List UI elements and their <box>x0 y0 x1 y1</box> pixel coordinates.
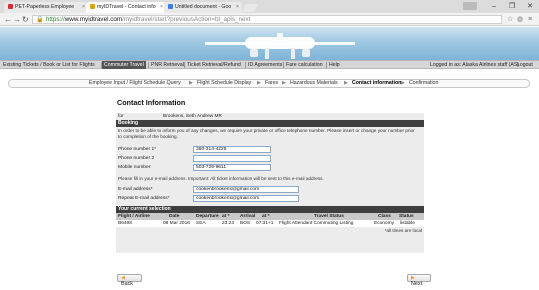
cell-departure: SEA <box>196 221 206 226</box>
logged-in-status: Logged in as: Alaska Airlines staff (AS) <box>430 62 520 68</box>
cell-date: 08 Mar 2016 <box>163 221 190 226</box>
close-tab-icon[interactable]: × <box>236 2 239 13</box>
next-button-label: Next <box>411 281 423 287</box>
back-button-label: Back <box>121 281 133 287</box>
url-field[interactable]: 🔒 https://www.myidtravel.com/myidtravel/s… <box>32 15 502 24</box>
repeat-email-field[interactable] <box>193 195 299 202</box>
menu-help[interactable]: Help <box>327 61 342 69</box>
menu-ticket-retrieval[interactable]: Ticket Retrieval/Refund <box>185 61 243 69</box>
step-hazardous-materials: Hazardous Materials <box>290 80 338 86</box>
back-arrow-icon[interactable]: ← <box>4 14 12 25</box>
col-class: Class <box>378 214 391 219</box>
selection-section-header: Your current selection <box>116 206 424 213</box>
close-tab-icon[interactable]: × <box>160 2 163 13</box>
star-icon[interactable]: ☆ <box>507 14 513 25</box>
main-menu: Existing Tickets / Book or List for Flig… <box>0 60 539 69</box>
logout-link[interactable]: Logout <box>517 61 533 69</box>
selection-table-header: Flight / Airline Date Departure at * Arr… <box>116 213 424 220</box>
email-field[interactable] <box>193 186 299 193</box>
repeat-email-label: Repeat E-mail address* <box>118 196 170 201</box>
browser-tab-pet[interactable]: PET-Paperless Employee × <box>4 2 88 13</box>
close-window-button[interactable]: ✕ <box>521 0 539 13</box>
maximize-button[interactable]: ❐ <box>503 0 521 13</box>
phone2-label: Phone number 2 <box>118 156 155 161</box>
phone2-field[interactable] <box>193 155 271 162</box>
menu-fare-calculation[interactable]: Fare calculation <box>284 61 325 69</box>
cell-class: Economy <box>374 221 394 226</box>
table-row: B6498 08 Mar 2016 SEA 23:23 BOS 07:31+1 … <box>116 220 424 227</box>
menu-existing-tickets[interactable]: Existing Tickets / Book or List for Flig… <box>1 61 97 69</box>
tab-label: PET-Paperless Employee <box>15 4 75 10</box>
step-arrow-icon: ▶ <box>401 80 405 86</box>
booking-steps-breadcrumb: Employee Input / Flight Schedule Query ▶… <box>8 79 530 88</box>
step-arrow-icon: ▶ <box>189 80 193 86</box>
step-contact-information: Contact information <box>352 80 402 86</box>
menu-commuter-travel[interactable]: Commuter Travel <box>102 61 146 69</box>
col-date: Date <box>169 214 180 219</box>
step-arrow-icon: ▶ <box>257 80 261 86</box>
url-scheme: https:// <box>45 16 65 23</box>
col-arrival-time: at * <box>262 214 270 219</box>
cell-status: listable <box>400 221 415 226</box>
step-confirmation: Confirmation <box>409 80 439 86</box>
myidtravel-icon <box>90 4 95 9</box>
col-flight-airline: Flight / Airline <box>118 214 150 219</box>
phone1-field[interactable] <box>193 146 271 153</box>
phone1-label: Phone number 1* <box>118 147 157 152</box>
col-arrival: Arrival <box>240 214 256 219</box>
for-label: for <box>118 114 124 119</box>
menu-id-agreements[interactable]: ID Agreements <box>246 61 284 69</box>
mobile-label: Mobile number <box>118 165 151 170</box>
step-flight-schedule: Flight Schedule Display <box>197 80 252 86</box>
contact-form-panel: for Brookens, Seth Andrew MR Booking In … <box>116 113 424 253</box>
extension-icon[interactable]: ◍ <box>517 14 523 25</box>
step-arrow-icon: ▶ <box>344 80 348 86</box>
document-icon <box>8 4 13 9</box>
mobile-field[interactable] <box>193 164 271 171</box>
menu-pnr-retrieval[interactable]: PNR Retrieval <box>149 61 186 69</box>
profile-icon[interactable] <box>463 2 477 10</box>
back-button[interactable]: ◀ Back <box>117 274 142 287</box>
page-title: Contact Information <box>117 98 186 107</box>
cell-flight: B6498 <box>118 221 132 226</box>
reload-icon[interactable]: ↻ <box>22 14 29 25</box>
email-note: Please fill in your e-mail address. Impo… <box>118 176 324 181</box>
header-banner <box>0 27 539 60</box>
cell-departure-time: 23:23 <box>222 221 235 226</box>
docs-icon <box>168 4 173 9</box>
browser-tab-strip: PET-Paperless Employee × myIDTravel - Co… <box>0 0 539 13</box>
next-button[interactable]: ▶ Next <box>407 274 431 287</box>
address-bar-row: ← → ↻ 🔒 https://www.myidtravel.com/myidtr… <box>0 13 539 26</box>
traveler-row: for Brookens, Seth Andrew MR <box>116 113 424 120</box>
tab-label: Untitled document - Goo <box>175 4 232 10</box>
step-fares: Fares <box>265 80 279 86</box>
browser-tab-docs[interactable]: Untitled document - Goo × <box>164 2 242 13</box>
airplane-icon <box>205 33 355 59</box>
email-label: E-mail address* <box>118 187 153 192</box>
local-times-footnote: *all times are local <box>384 228 422 233</box>
booking-note: In order to be able to inform you of any… <box>118 128 415 139</box>
window-controls: – ❐ ✕ <box>485 0 539 13</box>
col-departure: Departure <box>196 214 219 219</box>
col-departure-time: at * <box>222 214 230 219</box>
tab-label: myIDTravel - Contact info <box>97 4 156 10</box>
step-arrow-icon: ▶ <box>282 80 286 86</box>
forward-arrow-icon[interactable]: → <box>13 14 21 25</box>
new-tab-button[interactable] <box>242 4 258 12</box>
cell-arrival: BOS <box>240 221 251 226</box>
col-travel-status: Travel Status <box>314 214 344 219</box>
menu-icon[interactable]: ≡ <box>528 14 532 25</box>
col-status: Status <box>399 214 414 219</box>
minimize-button[interactable]: – <box>485 0 503 13</box>
browser-tab-myidtravel[interactable]: myIDTravel - Contact info × <box>86 2 166 13</box>
booking-section-header: Booking <box>116 120 424 127</box>
url-host: www.myidtravel.com <box>64 16 123 23</box>
cell-travel-status: Flight Attendant Commuting Listing <box>279 221 354 226</box>
traveler-name: Brookens, Seth Andrew MR <box>163 114 222 119</box>
lock-icon: 🔒 <box>36 16 44 23</box>
step-employee-input: Employee Input / Flight Schedule Query <box>89 80 181 86</box>
close-tab-icon[interactable]: × <box>82 2 85 13</box>
url-path: /myidtravel/start?previousAction=bl_apis… <box>122 16 251 23</box>
cell-arrival-time: 07:31+1 <box>256 221 274 226</box>
